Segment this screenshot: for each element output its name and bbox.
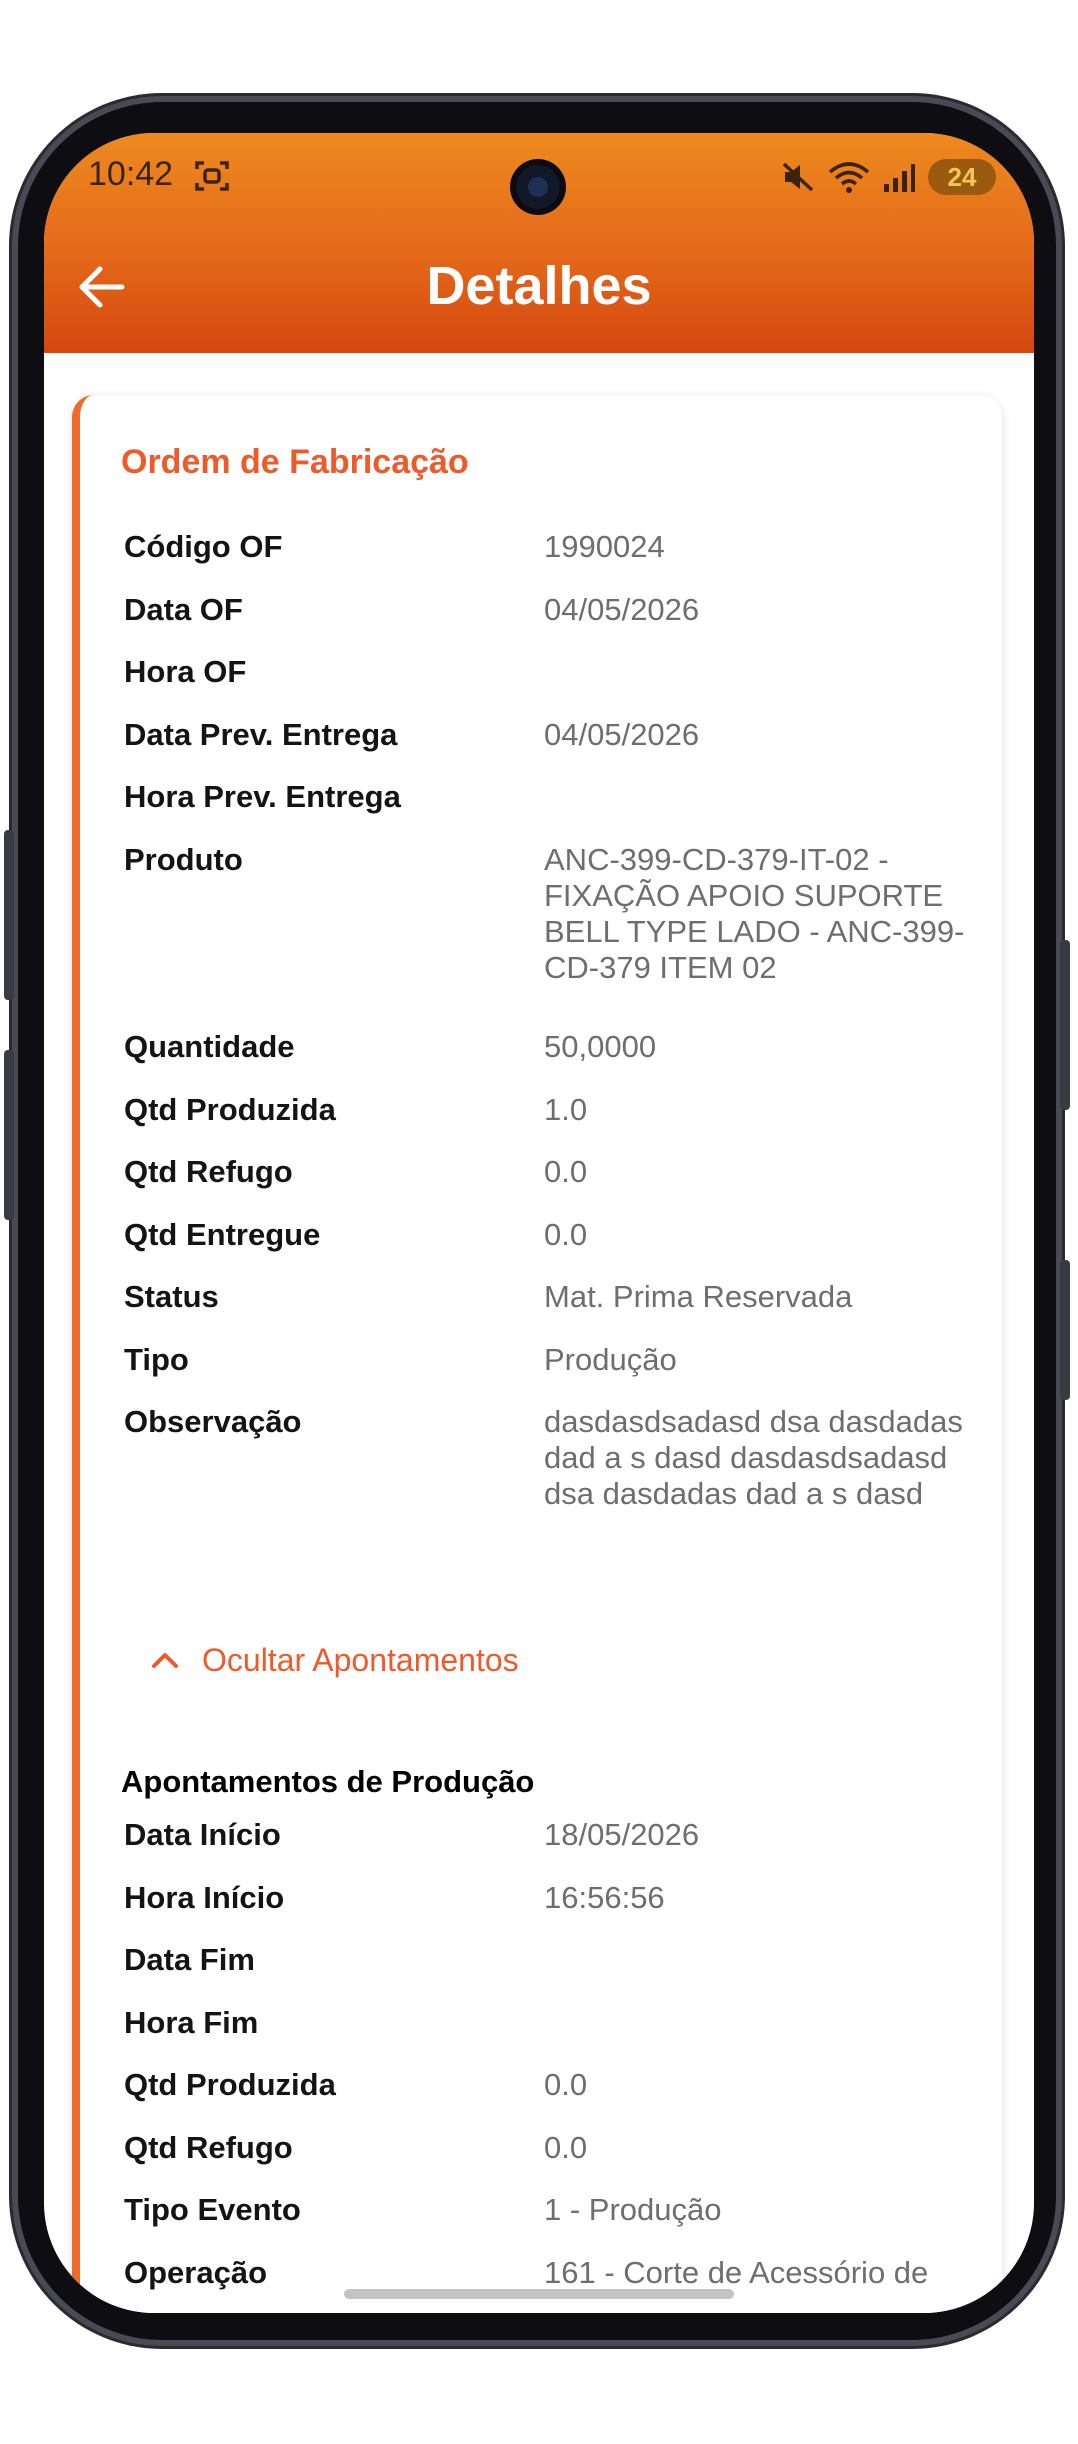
field-value: dasdasdsadasd dsa dasdadas dad a s dasd … xyxy=(544,1404,963,1511)
field-value: Produção xyxy=(544,1342,677,1377)
field-label: Hora Fim xyxy=(124,2005,259,2040)
app-header: 10:42 24 Detalhes xyxy=(44,133,1034,353)
field-label: Qtd Entregue xyxy=(124,1217,321,1252)
apontamentos-title: Apontamentos de Produção xyxy=(121,1764,535,1799)
field-label: Produto xyxy=(124,842,243,877)
field-value: 161 - Corte de Acessório de xyxy=(544,2255,929,2290)
mute-icon xyxy=(782,162,814,192)
field-label: Observação xyxy=(124,1404,302,1439)
nav-bar: Detalhes xyxy=(44,243,1034,333)
field-value: 1990024 xyxy=(544,529,665,564)
field-label: Tipo xyxy=(124,1342,189,1377)
volume-up-button xyxy=(4,830,14,1000)
side-key xyxy=(1060,1260,1070,1400)
field-value: 16:56:56 xyxy=(544,1880,665,1915)
field-label: Quantidade xyxy=(124,1029,295,1064)
field-label: Qtd Produzida xyxy=(124,1092,336,1127)
field-label: Hora OF xyxy=(124,654,247,689)
field-value: ANC-399-CD-379-IT-02 - FIXAÇÃO APOIO SUP… xyxy=(544,842,965,985)
field-label: Qtd Refugo xyxy=(124,1154,293,1189)
battery-icon: 24 xyxy=(928,159,996,195)
home-indicator[interactable] xyxy=(344,2289,734,2299)
signal-icon xyxy=(884,164,915,192)
field-label: Hora Início xyxy=(124,1880,285,1915)
toggle-label: Ocultar Apontamentos xyxy=(202,1641,519,1678)
field-label: Tipo Evento xyxy=(124,2192,301,2227)
status-bar: 10:42 24 xyxy=(44,133,1034,233)
battery-level: 24 xyxy=(947,161,977,192)
field-label: Data OF xyxy=(124,592,243,627)
field-label: Data Prev. Entrega xyxy=(124,717,398,752)
status-icons: 24 xyxy=(780,157,996,197)
field-value: 0.0 xyxy=(544,1154,588,1189)
field-value: Mat. Prima Reservada xyxy=(544,1279,853,1314)
field-label: Qtd Produzida xyxy=(124,2067,336,2102)
field-value: 1.0 xyxy=(544,1092,588,1127)
toggle-apontamentos-button[interactable]: Ocultar Apontamentos xyxy=(150,1635,519,1685)
field-label: Data Fim xyxy=(124,1942,255,1977)
field-value: 04/05/2026 xyxy=(544,592,700,627)
field-value: 0.0 xyxy=(544,1217,588,1252)
status-time: 10:42 xyxy=(88,155,174,193)
front-camera xyxy=(516,165,560,209)
screen: 10:42 24 Detalhes Ordem de Fabricação Có… xyxy=(44,133,1034,2313)
field-value: 50,0000 xyxy=(544,1029,657,1064)
field-label: Status xyxy=(124,1279,219,1314)
volume-down-button xyxy=(4,1050,14,1220)
field-value: 0.0 xyxy=(544,2130,588,2165)
field-label: Data Início xyxy=(124,1817,281,1852)
field-value: 04/05/2026 xyxy=(544,717,700,752)
wifi-icon xyxy=(828,162,870,193)
order-details-card: Ordem de Fabricação Código OF 1990024 Da… xyxy=(72,395,1002,2313)
card-title: Ordem de Fabricação xyxy=(121,443,469,481)
field-label: Código OF xyxy=(124,529,283,564)
page-title: Detalhes xyxy=(426,256,652,316)
field-label: Operação xyxy=(124,2255,268,2290)
field-label: Hora Prev. Entrega xyxy=(124,779,401,814)
power-button xyxy=(1060,940,1070,1110)
field-value: 18/05/2026 xyxy=(544,1817,700,1852)
arrow-left-icon[interactable] xyxy=(74,259,134,315)
field-value: 0.0 xyxy=(544,2067,588,2102)
screenshot-icon xyxy=(195,161,229,191)
chevron-up-icon xyxy=(152,1653,178,1668)
field-label: Qtd Refugo xyxy=(124,2130,293,2165)
field-value: 1 - Produção xyxy=(544,2192,722,2227)
